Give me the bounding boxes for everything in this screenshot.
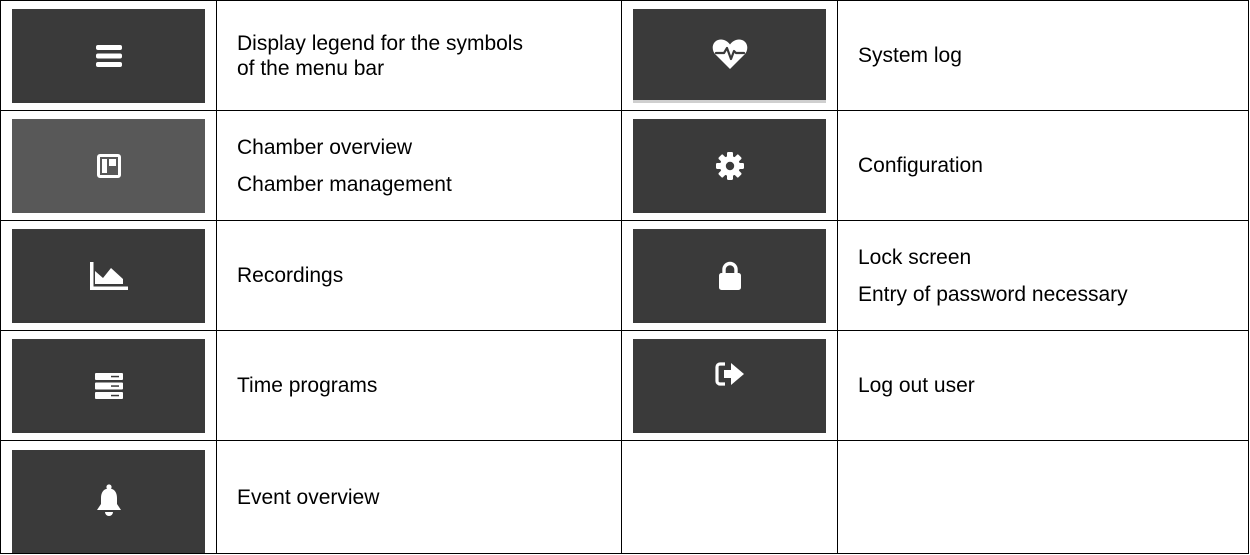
bell-icon	[96, 484, 121, 516]
logout-icon	[714, 361, 744, 386]
description-line: Time programs	[237, 374, 378, 397]
lock-screen-button	[633, 228, 826, 323]
icon-cell	[621, 110, 838, 221]
event-overview-button	[12, 449, 205, 553]
description-cell: Log out user	[837, 330, 1249, 441]
icon-cell	[621, 0, 838, 111]
log-out-button	[633, 338, 826, 433]
chamber-overview-button	[12, 118, 205, 213]
area-chart-icon	[89, 261, 128, 290]
system-log-button	[633, 8, 826, 103]
configuration-button	[633, 118, 826, 213]
description-cell: Display legend for the symbols of the me…	[216, 0, 622, 111]
icon-cell	[0, 0, 217, 111]
icon-cell	[621, 330, 838, 441]
description-line: Entry of password necessary	[858, 282, 1128, 306]
description-line: Lock screen	[858, 245, 972, 269]
chamber-overview-icon	[96, 153, 121, 178]
recordings-button	[12, 228, 205, 323]
description-line: Event overview	[237, 485, 380, 509]
time-programs-button	[12, 338, 205, 433]
legend-row: Recordings Lock screen Entry of password…	[0, 220, 1249, 331]
menu-icon	[95, 44, 122, 67]
menu-button	[12, 8, 205, 103]
icon-cell	[0, 330, 217, 441]
menu-symbol-legend-table: Display legend for the symbols of the me…	[0, 0, 1249, 554]
description-cell: Lock screen Entry of password necessary	[837, 220, 1249, 331]
description-line: Chamber overview	[237, 135, 413, 159]
icon-cell	[0, 110, 217, 221]
description-line: System log	[858, 44, 962, 67]
legend-row: Display legend for the symbols of the me…	[0, 0, 1249, 111]
gear-icon	[715, 151, 744, 180]
description-line: Log out user	[858, 374, 975, 397]
lock-icon	[718, 261, 741, 290]
server-icon	[94, 372, 123, 399]
icon-cell	[0, 440, 217, 554]
icon-cell	[621, 220, 838, 331]
description-cell: Recordings	[216, 220, 622, 331]
heart-pulse-icon	[712, 39, 747, 69]
empty-cell	[837, 440, 1249, 554]
empty-cell	[621, 440, 838, 554]
icon-cell	[0, 220, 217, 331]
legend-row: Time programs Log out user	[0, 330, 1249, 441]
description-cell: Chamber overview Chamber management	[216, 110, 622, 221]
description-line: Recordings	[237, 264, 344, 287]
legend-row: Event overview	[0, 440, 1249, 554]
description-line: of the menu bar	[237, 56, 385, 80]
description-line: Configuration	[858, 154, 983, 177]
description-cell: Configuration	[837, 110, 1249, 221]
description-line: Chamber management	[237, 172, 452, 196]
description-cell: System log	[837, 0, 1249, 111]
legend-row: Chamber overview Chamber management Conf…	[0, 110, 1249, 221]
description-line: Display legend for the symbols	[237, 31, 523, 55]
description-cell: Time programs	[216, 330, 622, 441]
description-cell: Event overview	[216, 440, 622, 554]
